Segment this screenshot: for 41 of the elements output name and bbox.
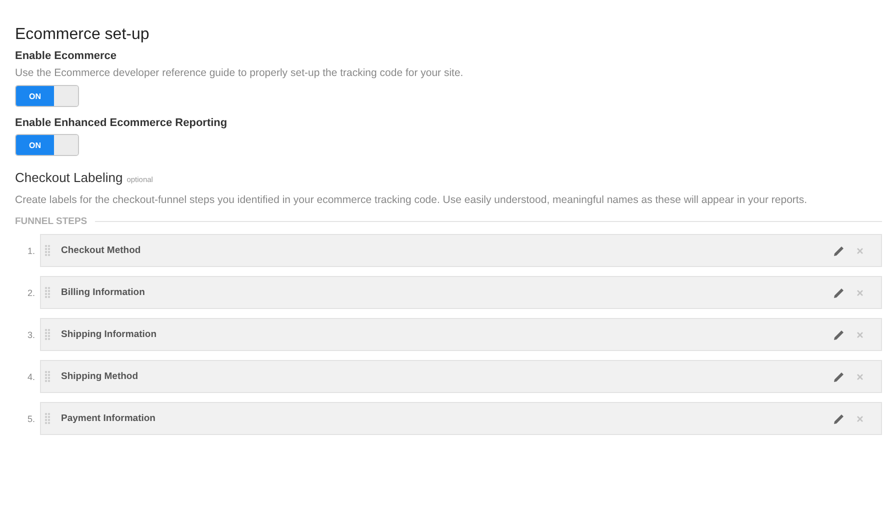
step-item[interactable]: Shipping Method	[40, 360, 882, 393]
close-icon[interactable]	[856, 414, 864, 422]
toggle-label: ON	[29, 140, 41, 150]
section-title: Checkout Labeling	[15, 170, 123, 185]
step-number: 1.	[26, 246, 35, 256]
edit-icon[interactable]	[833, 244, 845, 256]
step-item[interactable]: Billing Information	[40, 276, 882, 309]
toggle-switch[interactable]: ON	[15, 85, 79, 107]
step-number: 2.	[26, 288, 35, 298]
step-item[interactable]: Checkout Method	[40, 234, 882, 267]
step-name: Checkout Method	[61, 245, 141, 256]
close-icon[interactable]	[856, 246, 864, 254]
edit-icon[interactable]	[833, 328, 845, 340]
step-name: Shipping Information	[61, 329, 157, 340]
step-name: Payment Information	[61, 413, 156, 424]
page-title: Ecommerce set-up	[15, 26, 150, 44]
edit-icon[interactable]	[833, 412, 845, 424]
drag-handle-icon[interactable]	[45, 245, 50, 256]
step-number: 5.	[26, 414, 35, 424]
drag-handle-icon[interactable]	[45, 371, 50, 382]
setting-label: Enable Enhanced Ecommerce Reporting	[15, 117, 228, 129]
step-item[interactable]: Shipping Information	[40, 318, 882, 351]
setting-label: Enable Ecommerce	[15, 50, 118, 62]
drag-handle-icon[interactable]	[45, 287, 50, 298]
section-heading: FUNNEL STEPS	[15, 216, 88, 227]
step-name: Billing Information	[61, 287, 145, 298]
section-description: Create labels for the checkout-funnel steps you identified in your ecommerce tracking code. Use easily understood, meaningful names as these will appear in your reports.	[15, 194, 808, 206]
edit-icon[interactable]	[833, 370, 845, 382]
close-icon[interactable]	[856, 372, 864, 380]
step-number: 3.	[26, 330, 35, 340]
step-item[interactable]: Payment Information	[40, 402, 882, 435]
close-icon[interactable]	[856, 330, 864, 338]
drag-handle-icon[interactable]	[45, 413, 50, 424]
edit-icon[interactable]	[833, 286, 845, 298]
toggle-switch[interactable]: ON	[15, 134, 79, 156]
drag-handle-icon[interactable]	[45, 329, 50, 340]
toggle-label: ON	[29, 92, 41, 100]
setting-description: Use the Ecommerce developer reference guide to properly set-up the tracking code for your site.	[15, 67, 464, 79]
step-name: Shipping Method	[61, 371, 138, 382]
close-icon[interactable]	[856, 288, 864, 296]
step-number: 4.	[26, 372, 35, 382]
